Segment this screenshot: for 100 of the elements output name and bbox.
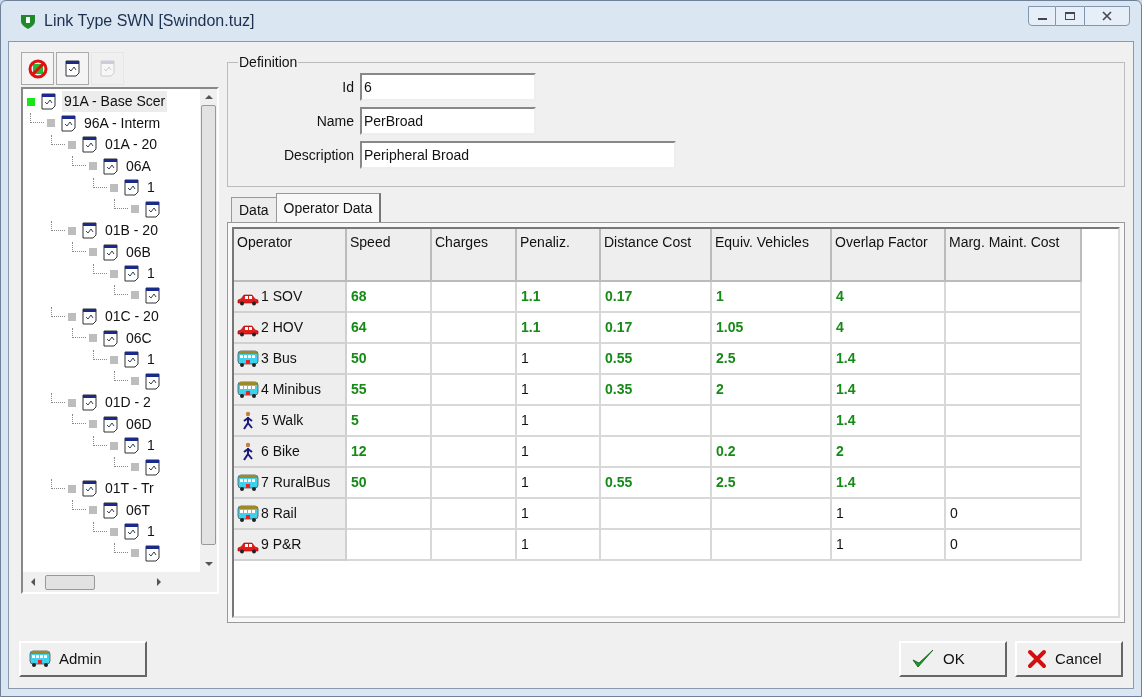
tree-item[interactable]: 01T - Tr <box>103 478 156 500</box>
table-cell: 2.5 <box>712 344 832 375</box>
tree-item[interactable]: 96A - Interm <box>82 112 163 134</box>
column-header[interactable]: Speed <box>347 229 432 282</box>
document-icon <box>82 480 97 498</box>
tab[interactable]: Operator Data <box>275 193 382 222</box>
table-cell: 68 <box>347 282 432 313</box>
walking-person-icon <box>241 410 255 431</box>
table-cell: 4 <box>832 313 946 344</box>
window-title: Link Type SWN [Swindon.tuz] <box>44 11 255 31</box>
table-cell: 0.17 <box>601 282 712 313</box>
tree-item[interactable]: 01D - 2 <box>103 392 153 414</box>
ok-button[interactable]: OK <box>899 641 1007 677</box>
tree-item[interactable]: 06A <box>124 155 153 177</box>
table-cell: 0.35 <box>601 375 712 406</box>
table-cell: 1 <box>832 499 946 530</box>
table-cell: 1 <box>517 344 601 375</box>
table-cell: 50 <box>347 468 432 499</box>
checkmark-icon <box>911 648 935 670</box>
table-cell: 0.17 <box>601 313 712 344</box>
horizontal-scrollbar[interactable] <box>23 572 217 592</box>
document-icon <box>103 243 118 261</box>
row-header[interactable]: 9 P&R <box>234 530 347 561</box>
table-cell: 55 <box>347 375 432 406</box>
scroll-left-icon[interactable] <box>29 578 37 586</box>
document-icon <box>124 179 139 197</box>
tree-item[interactable]: 01A - 20 <box>103 134 160 156</box>
car-icon <box>237 293 259 306</box>
document-icon <box>82 308 97 326</box>
document-icon <box>61 114 76 132</box>
tree-item[interactable]: 1 <box>145 263 157 285</box>
row-header[interactable]: 7 RuralBus <box>234 468 347 499</box>
bus-icon <box>237 473 259 492</box>
table-cell: 1 <box>517 406 601 437</box>
table-cell: 0 <box>946 530 1082 561</box>
walking-person-icon <box>241 441 255 462</box>
table-cell: 50 <box>347 344 432 375</box>
row-header[interactable]: 6 Bike <box>234 437 347 468</box>
field-label: Id <box>341 77 354 97</box>
row-header[interactable]: 4 Minibus <box>234 375 347 406</box>
tree-item[interactable]: 06T <box>124 499 153 521</box>
tree-item[interactable]: 1 <box>145 349 157 371</box>
tree-item[interactable]: 06B <box>124 241 153 263</box>
table-cell: 1.4 <box>832 406 946 437</box>
car-icon <box>237 324 259 337</box>
table-cell: 1 <box>517 375 601 406</box>
cancel-button[interactable]: Cancel <box>1015 641 1123 677</box>
column-header[interactable]: Charges <box>432 229 517 282</box>
tree-item[interactable]: 01B - 20 <box>103 220 160 242</box>
table-cell: 0.2 <box>712 437 832 468</box>
table-cell: 1 <box>517 499 601 530</box>
row-header[interactable]: 5 Walk <box>234 406 347 437</box>
bus-icon <box>237 349 259 368</box>
document-icon <box>124 437 139 455</box>
group-title: Definition <box>238 53 299 72</box>
toolbar-button[interactable] <box>56 52 89 85</box>
table-cell: 0.55 <box>601 468 712 499</box>
tree-item[interactable]: 01C - 20 <box>103 306 161 328</box>
table-cell: 1 <box>517 468 601 499</box>
document-icon <box>82 394 97 412</box>
column-header[interactable]: Equiv. Vehicles <box>712 229 832 282</box>
table-cell: 1.05 <box>712 313 832 344</box>
tab[interactable]: Data <box>231 197 276 222</box>
text-field[interactable]: 6 <box>360 73 536 101</box>
tree-item[interactable]: 1 <box>145 435 157 457</box>
document-icon <box>145 200 160 218</box>
table-cell: 1.1 <box>517 282 601 313</box>
table-cell: 2.5 <box>712 468 832 499</box>
column-header[interactable]: Distance Cost <box>601 229 712 282</box>
tree-item[interactable]: 1 <box>145 521 157 543</box>
column-header[interactable]: Overlap Factor <box>832 229 946 282</box>
tree-item[interactable]: 06D <box>124 413 154 435</box>
document-icon <box>124 351 139 369</box>
document-icon <box>124 265 139 283</box>
text-field[interactable]: Peripheral Broad <box>360 141 676 169</box>
tree-item[interactable]: 1 <box>145 177 157 199</box>
scroll-right-icon[interactable] <box>155 578 163 586</box>
field-label: Description <box>282 145 354 165</box>
text-field[interactable]: PerBroad <box>360 107 536 135</box>
vertical-scrollbar[interactable] <box>200 89 217 572</box>
column-header[interactable]: Operator <box>234 229 347 282</box>
admin-button[interactable]: Admin <box>19 641 147 677</box>
document-icon <box>82 222 97 240</box>
car-icon <box>237 541 259 554</box>
row-header[interactable]: 8 Rail <box>234 499 347 530</box>
bus-icon <box>237 380 259 399</box>
tree-item[interactable]: 91A - Base Scer <box>62 91 168 113</box>
bus-icon <box>29 650 51 668</box>
row-header[interactable]: 2 HOV <box>234 313 347 344</box>
document-icon <box>103 157 118 175</box>
maximize-button[interactable] <box>1056 6 1084 26</box>
minimize-button[interactable] <box>1028 6 1056 26</box>
column-header[interactable]: Penaliz. <box>517 229 601 282</box>
document-icon <box>65 60 80 77</box>
column-header[interactable]: Marg. Maint. Cost <box>946 229 1082 282</box>
table-cell: 1 <box>712 282 832 313</box>
table-cell: 1 <box>517 437 601 468</box>
row-header[interactable]: 1 SOV <box>234 282 347 313</box>
tree-item[interactable]: 06C <box>124 327 154 349</box>
row-header[interactable]: 3 Bus <box>234 344 347 375</box>
